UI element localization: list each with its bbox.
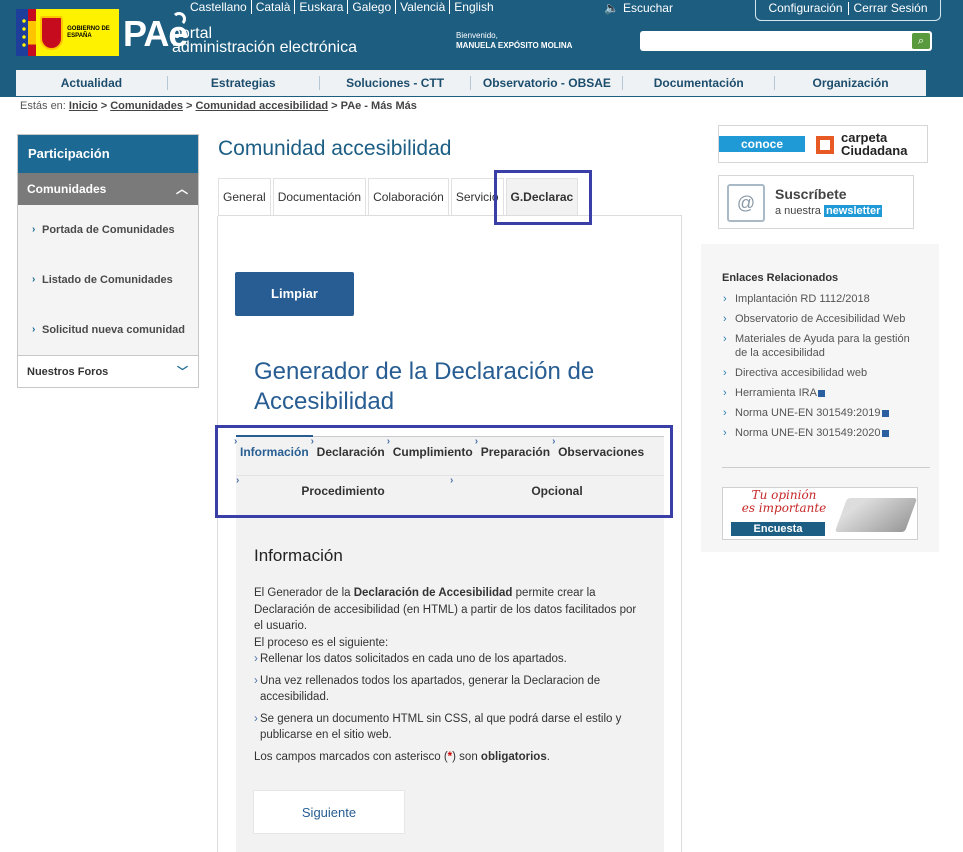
- user-name: MANUELA EXPÓSITO MOLINA: [456, 41, 573, 50]
- speaker-icon: 🔈: [604, 1, 619, 15]
- search-input[interactable]: ⌕: [640, 31, 932, 51]
- sidebar-item-solicitud[interactable]: Solicitud nueva comunidad: [18, 305, 198, 355]
- related-link-une-2020[interactable]: Norma UNE-EN 301549:2020: [722, 426, 922, 440]
- sidebar-header[interactable]: Participación: [18, 135, 198, 173]
- carpeta-icon: [816, 136, 834, 154]
- chevron-up-icon: ︿: [175, 182, 188, 196]
- nav-documentacion[interactable]: Documentación: [623, 76, 776, 90]
- related-link-observatorio[interactable]: Observatorio de Accesibilidad Web: [722, 312, 922, 326]
- external-link-icon: [817, 389, 825, 397]
- site-header: Castellano Català Euskara Galego Valenci…: [0, 0, 963, 97]
- main-nav: Actualidad Estrategias Soluciones - CTT …: [16, 70, 926, 96]
- lang-english[interactable]: English: [450, 0, 497, 14]
- lang-catala[interactable]: Català: [252, 0, 296, 14]
- info-bullet-1: Rellenar los datos solicitados en cada u…: [254, 651, 644, 668]
- search-icon[interactable]: ⌕: [912, 33, 930, 49]
- info-intro: El Generador de la Declaración de Accesi…: [254, 587, 637, 632]
- next-button[interactable]: Siguiente: [253, 790, 405, 834]
- related-divider: [722, 467, 930, 468]
- subscribe-title: Suscríbete: [775, 186, 847, 202]
- tab-colaboracion[interactable]: Colaboración: [368, 178, 449, 216]
- info-process: El proceso es el siguiente:: [254, 636, 389, 649]
- lang-valencia[interactable]: Valencià: [396, 0, 451, 14]
- left-sidebar: Participación Comunidades ︿ Portada de C…: [17, 134, 199, 388]
- page-title: Comunidad accesibilidad: [218, 137, 452, 160]
- brand-subtitle: administración electrónica: [172, 39, 357, 56]
- tab-general[interactable]: General: [218, 178, 271, 216]
- breadcrumb-comunidad[interactable]: Comunidad accesibilidad: [195, 100, 328, 112]
- conoce-label: conoce: [719, 136, 805, 152]
- external-link-icon: [881, 429, 889, 437]
- lang-galego[interactable]: Galego: [348, 0, 397, 14]
- related-link-ira[interactable]: Herramienta IRA: [722, 386, 922, 400]
- breadcrumb-current: PAe - Más Más: [340, 100, 417, 112]
- carpeta-text: carpeta Ciudadana: [841, 130, 908, 158]
- spain-flag-icon: [28, 9, 36, 56]
- gobierno-logo[interactable]: GOBIERNO DE ESPAÑA: [16, 9, 119, 56]
- generator-title: Generador de la Declaración de Accesibil…: [254, 358, 595, 415]
- nav-soluciones[interactable]: Soluciones - CTT: [320, 76, 472, 90]
- related-link-materiales[interactable]: Materiales de Ayuda para la gestión de l…: [722, 332, 922, 360]
- carpeta-ciudadana-banner[interactable]: conoce carpeta Ciudadana: [718, 125, 928, 163]
- signal-icon: [172, 12, 186, 26]
- keyboard-icon: [834, 498, 917, 532]
- info-bullet-3: Se genera un documento HTML sin CSS, al …: [254, 711, 644, 744]
- lang-euskara[interactable]: Euskara: [295, 0, 349, 14]
- external-link-icon: [881, 409, 889, 417]
- welcome-label: Bienvenido,: [456, 31, 498, 40]
- sidebar-item-foros[interactable]: Nuestros Foros ﹀: [18, 355, 198, 387]
- listen-button[interactable]: 🔈 Escuchar: [604, 1, 673, 15]
- sidebar-item-listado[interactable]: Listado de Comunidades: [18, 255, 198, 305]
- eu-flag-icon: [16, 9, 30, 56]
- nav-organizacion[interactable]: Organización: [775, 76, 926, 90]
- breadcrumb: Estás en: Inicio > Comunidades > Comunid…: [20, 100, 417, 112]
- info-required-note: Los campos marcados con asterisco (*) so…: [254, 750, 550, 763]
- sidebar-item-portada[interactable]: Portada de Comunidades: [18, 205, 198, 255]
- nav-observatorio[interactable]: Observatorio - OBSAE: [471, 76, 624, 90]
- subscribe-subtitle: a nuestra newsletter: [775, 205, 883, 217]
- survey-banner[interactable]: Tu opinión es importante Encuesta: [722, 487, 918, 540]
- chevron-down-icon: ﹀: [177, 366, 188, 378]
- listen-label: Escuchar: [622, 1, 673, 15]
- breadcrumb-comunidades[interactable]: Comunidades: [110, 100, 183, 112]
- user-menu: Configuración Cerrar Sesión: [755, 0, 941, 21]
- logout-link[interactable]: Cerrar Sesión: [849, 1, 933, 15]
- info-body: El Generador de la Declaración de Accesi…: [254, 585, 644, 765]
- settings-link[interactable]: Configuración: [763, 1, 849, 15]
- highlight-box-steps: [215, 425, 673, 518]
- newsletter-icon: @: [727, 184, 765, 222]
- language-bar: Castellano Català Euskara Galego Valenci…: [190, 0, 498, 14]
- info-heading: Información: [254, 546, 343, 565]
- survey-button[interactable]: Encuesta: [731, 522, 825, 536]
- coat-of-arms-icon: [39, 15, 64, 50]
- sidebar-section-comunidades[interactable]: Comunidades ︿: [18, 173, 198, 205]
- nav-estrategias[interactable]: Estrategias: [168, 76, 320, 90]
- sidebar-section-label: Comunidades: [27, 182, 107, 196]
- breadcrumb-label: Estás en:: [20, 100, 66, 112]
- info-bullet-2: Una vez rellenados todos los apartados, …: [254, 673, 644, 706]
- sidebar-list: Portada de Comunidades Listado de Comuni…: [18, 205, 198, 355]
- breadcrumb-inicio[interactable]: Inicio: [69, 100, 98, 112]
- sidebar-foros-label: Nuestros Foros: [27, 366, 109, 378]
- clear-button[interactable]: Limpiar: [235, 272, 354, 316]
- welcome-message: Bienvenido, MANUELA EXPÓSITO MOLINA: [456, 31, 572, 51]
- related-link-directiva[interactable]: Directiva accesibilidad web: [722, 366, 922, 380]
- tab-documentacion[interactable]: Documentación: [272, 178, 367, 216]
- lang-castellano[interactable]: Castellano: [190, 0, 252, 14]
- related-link-une-2019[interactable]: Norma UNE-EN 301549:2019: [722, 406, 922, 420]
- related-links-list: Implantación RD 1112/2018 Observatorio d…: [722, 292, 922, 446]
- gobierno-text: GOBIERNO DE ESPAÑA: [67, 25, 110, 39]
- nav-actualidad[interactable]: Actualidad: [16, 76, 168, 90]
- survey-text: Tu opinión es importante: [741, 488, 827, 515]
- related-link-rd[interactable]: Implantación RD 1112/2018: [722, 292, 922, 306]
- related-links-title: Enlaces Relacionados: [722, 272, 839, 284]
- newsletter-banner[interactable]: @ Suscríbete a nuestra newsletter: [718, 175, 914, 229]
